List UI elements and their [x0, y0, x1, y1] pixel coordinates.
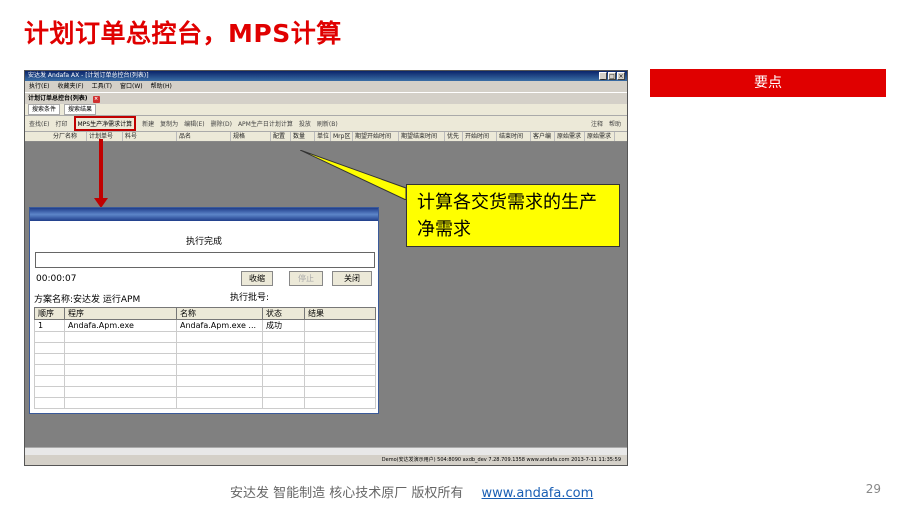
document-tab[interactable]: 计划订单总控台(列表) × [25, 92, 627, 104]
column-header[interactable]: 单位 [315, 132, 331, 141]
maximize-button[interactable]: □ [608, 72, 616, 80]
refresh-button[interactable]: 刷新(B) [317, 119, 338, 128]
callout-pointer [300, 150, 407, 200]
collapse-button[interactable]: 收缩 [241, 271, 273, 286]
toolbar: 查找(E) 打印 MPS生产净需求计算 新建 复制为 编辑(E) 删除(D) A… [25, 116, 627, 131]
execution-dialog: 执行完成 00:00:07 收缩 停止 关闭 执行批号: 方案名称:安达发 运行… [29, 207, 379, 414]
minimize-button[interactable]: _ [599, 72, 607, 80]
window-titlebar: 安达发 Andafa AX - [计划订单总控台(列表)] _ □ × [25, 71, 627, 81]
column-header[interactable]: 计划单号 [87, 132, 123, 141]
footer: 安达发 智能制造 核心技术原厂 版权所有 www.andafa.com [230, 482, 593, 501]
plan-label: 方案名称:安达发 运行APM [34, 295, 141, 305]
copy-button[interactable]: 复制为 [160, 119, 178, 128]
tab-search-results[interactable]: 搜索结果 [64, 104, 97, 115]
column-header[interactable]: 配置 [271, 132, 291, 141]
footer-link[interactable]: www.andafa.com [482, 486, 594, 501]
keypoint-banner: 要点 [650, 69, 886, 97]
column-header[interactable]: 数量 [291, 132, 315, 141]
cell-state: 成功 [262, 319, 305, 332]
column-header[interactable]: 期望开始时间 [353, 132, 399, 141]
stop-button[interactable]: 停止 [289, 271, 323, 286]
column-header[interactable]: 规格 [231, 132, 271, 141]
batch-label: 执行批号: [230, 293, 270, 303]
help-button[interactable]: 帮助 [609, 119, 621, 128]
slide-title: 计划订单总控台，MPS计算 [24, 19, 342, 48]
elapsed-time: 00:00:07 [36, 274, 77, 284]
table-row [34, 331, 376, 343]
window-title: 安达发 Andafa AX - [计划订单总控台(列表)] [28, 72, 149, 79]
release-button[interactable]: 投放 [299, 119, 311, 128]
column-header[interactable]: 分厂名称 [51, 132, 87, 141]
table-row[interactable]: 1 Andafa.Apm.exe Andafa.Apm.exe ... 成功 [34, 319, 376, 332]
menu-item-tools[interactable]: 工具(T) [92, 81, 112, 92]
table-header[interactable]: 结果 [304, 307, 376, 320]
menu-bar: 执行(E) 收藏夹(F) 工具(T) 窗口(W) 帮助(H) [25, 81, 627, 92]
horizontal-scrollbar[interactable] [25, 447, 627, 455]
menu-item-window[interactable]: 窗口(W) [120, 81, 143, 92]
column-header[interactable]: 结束时间 [497, 132, 531, 141]
column-header[interactable]: 料号 [123, 132, 177, 141]
delete-button[interactable]: 删除(D) [211, 119, 232, 128]
column-header[interactable]: 品名 [177, 132, 231, 141]
cell-seq: 1 [34, 319, 65, 332]
new-button[interactable]: 新建 [142, 119, 154, 128]
comment-button[interactable]: 注释 [591, 119, 603, 128]
grid-header: 分厂名称 计划单号 料号 品名 规格 配置 数量 单位 Mrp区 期望开始时间 … [25, 131, 627, 142]
table-row [34, 353, 376, 365]
menu-item-favorites[interactable]: 收藏夹(F) [57, 81, 83, 92]
dialog-titlebar [30, 208, 378, 221]
result-table: 顺序 程序 名称 状态 结果 1 Andafa.Apm.exe Andafa.A… [34, 307, 376, 409]
callout-box: 计算各交货需求的生产净需求 [406, 184, 620, 247]
column-header[interactable]: 原始需求 [585, 132, 615, 141]
status-bar: Demo(安达发演示用户) 504:8090 axdb_dev 7.28.709… [25, 455, 627, 465]
page-number: 29 [865, 482, 881, 496]
column-header[interactable]: Mrp区 [331, 132, 353, 141]
column-header[interactable]: 开始时间 [463, 132, 497, 141]
print-button[interactable]: 打印 [55, 119, 67, 128]
tab-search-conditions[interactable]: 搜索条件 [28, 104, 61, 115]
table-header[interactable]: 顺序 [34, 307, 65, 320]
close-button[interactable]: 关闭 [332, 271, 372, 286]
column-header[interactable]: 期望结束时间 [399, 132, 445, 141]
table-header[interactable]: 状态 [262, 307, 305, 320]
close-tab-icon[interactable]: × [92, 96, 100, 103]
table-row [34, 364, 376, 376]
cell-name: Andafa.Apm.exe ... [176, 319, 263, 332]
dialog-status: 执行完成 [185, 237, 222, 247]
column-header[interactable]: 客户编 [531, 132, 555, 141]
find-button[interactable]: 查找(E) [29, 119, 49, 128]
menu-item-help[interactable]: 帮助(H) [151, 81, 172, 92]
cell-result [304, 319, 376, 332]
table-row [34, 386, 376, 398]
table-header[interactable]: 名称 [176, 307, 263, 320]
column-header[interactable]: 原始需求 [555, 132, 585, 141]
edit-button[interactable]: 编辑(E) [184, 119, 204, 128]
red-arrow-shaft [99, 139, 103, 201]
menu-item-execute[interactable]: 执行(E) [29, 81, 49, 92]
table-header[interactable]: 程序 [64, 307, 177, 320]
table-row [34, 397, 376, 409]
mps-calc-button[interactable]: MPS生产净需求计算 [73, 116, 137, 131]
cell-program: Andafa.Apm.exe [64, 319, 177, 332]
sub-tabs: 搜索条件 搜索结果 [25, 104, 627, 116]
document-tab-label: 计划订单总控台(列表) [28, 95, 88, 102]
apm-calc-button[interactable]: APM生产日计划计算 [238, 119, 293, 128]
close-window-button[interactable]: × [617, 72, 625, 80]
progress-bar [35, 252, 375, 268]
column-header[interactable]: 优先 [445, 132, 463, 141]
footer-text: 安达发 智能制造 核心技术原厂 版权所有 [230, 486, 464, 501]
table-row [34, 375, 376, 387]
table-row [34, 342, 376, 354]
